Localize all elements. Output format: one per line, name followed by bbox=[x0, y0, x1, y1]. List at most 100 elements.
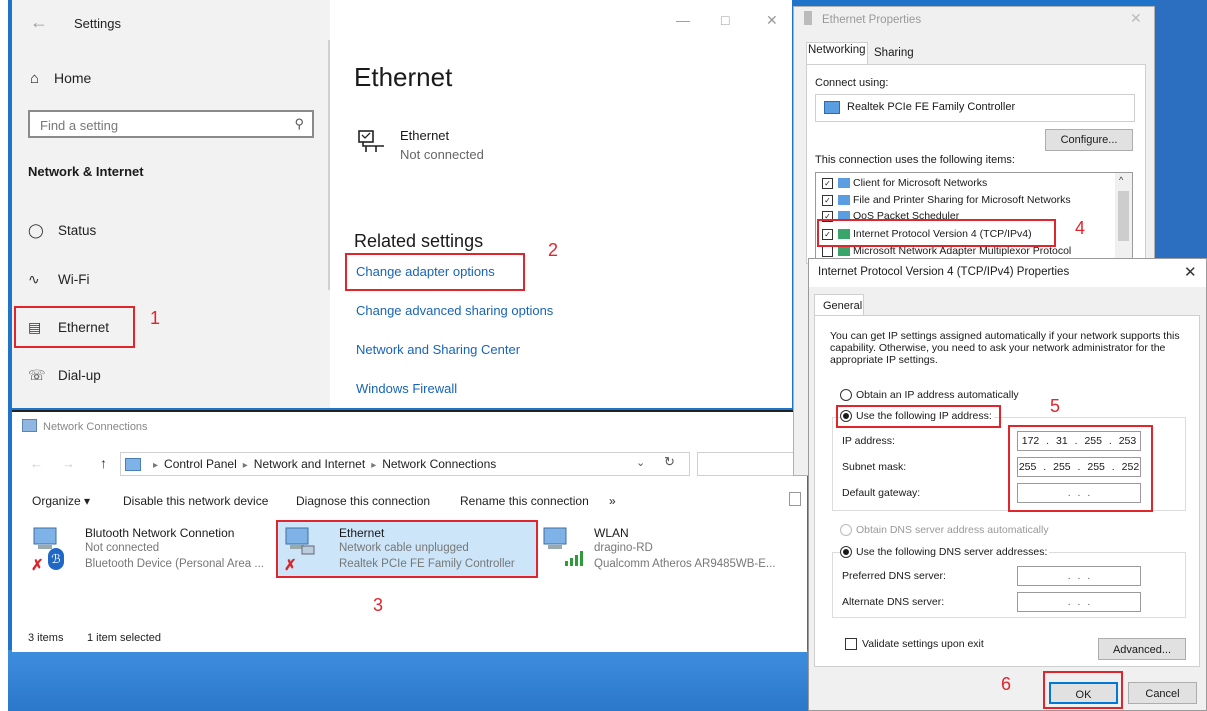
sidebar-item-dialup[interactable]: ☏ Dial-up bbox=[28, 367, 101, 384]
disconnected-x-icon: ✗ bbox=[31, 557, 44, 574]
tab-sharing[interactable]: Sharing bbox=[874, 47, 914, 59]
annotation-box bbox=[1043, 671, 1123, 709]
close-icon[interactable]: ✕ bbox=[766, 12, 778, 29]
tab-general[interactable]: General bbox=[814, 294, 864, 316]
breadcrumb-item[interactable]: Control Panel bbox=[164, 457, 237, 471]
close-icon[interactable]: ✕ bbox=[1130, 10, 1142, 27]
page-title: Ethernet bbox=[354, 62, 453, 92]
back-icon[interactable]: ← bbox=[30, 456, 43, 471]
diagnose-button[interactable]: Diagnose this connection bbox=[296, 494, 430, 508]
items-label: This connection uses the following items… bbox=[815, 154, 1015, 166]
category-heading: Network & Internet bbox=[28, 164, 144, 179]
sidebar-item-wifi[interactable]: ∿ Wi-Fi bbox=[28, 271, 89, 288]
checkbox[interactable]: ✓ bbox=[822, 194, 833, 206]
obtain-ip-radio[interactable]: Obtain an IP address automatically bbox=[840, 389, 1019, 402]
annotation-number: 4 bbox=[1075, 218, 1086, 238]
address-bar[interactable]: ▸ Control Panel ▸ Network and Internet ▸ Netw… bbox=[120, 452, 690, 476]
dialog-title: Ethernet Properties bbox=[822, 14, 922, 26]
more-button[interactable]: » bbox=[609, 494, 616, 508]
back-arrow-icon[interactable]: ← bbox=[30, 12, 48, 33]
sidebar-item-status[interactable]: ◯ Status bbox=[28, 222, 96, 239]
windows-firewall-link[interactable]: Windows Firewall bbox=[356, 381, 457, 396]
ethernet-name: Ethernet bbox=[400, 128, 450, 143]
annotation-box bbox=[345, 253, 525, 291]
computer-icon bbox=[125, 458, 141, 472]
network-icon bbox=[838, 195, 850, 206]
up-arrow-icon[interactable]: ↑ bbox=[100, 455, 107, 471]
nav-home[interactable]: ⌂ Home bbox=[30, 70, 91, 87]
adapter-field: Realtek PCIe FE Family Controller bbox=[815, 94, 1135, 122]
use-dns-radio[interactable]: Use the following DNS server addresses: bbox=[840, 546, 1050, 559]
scrollbar-thumb[interactable] bbox=[1118, 191, 1129, 241]
search-input[interactable]: Find a setting ⚲ bbox=[28, 110, 314, 138]
window-title: Settings bbox=[74, 16, 121, 31]
forward-icon[interactable]: → bbox=[62, 456, 75, 471]
phone-icon: ☏ bbox=[28, 367, 46, 383]
tab-networking-label: Networking bbox=[808, 44, 866, 56]
view-icon[interactable] bbox=[789, 492, 801, 506]
list-scrollbar[interactable]: ^ bbox=[1115, 173, 1132, 259]
annotation-number: 2 bbox=[548, 240, 559, 260]
checkbox[interactable] bbox=[845, 638, 857, 651]
checkbox[interactable] bbox=[822, 245, 833, 257]
change-advanced-sharing-link[interactable]: Change advanced sharing options bbox=[356, 303, 553, 318]
search-input[interactable] bbox=[697, 452, 795, 476]
checkbox[interactable]: ✓ bbox=[822, 177, 833, 189]
annotation-number: 3 bbox=[373, 595, 384, 615]
annotation-number: 1 bbox=[150, 308, 161, 328]
window-title: Network Connections bbox=[43, 421, 148, 433]
bluetooth-icon: ℬ bbox=[48, 548, 64, 570]
connect-using-label: Connect using: bbox=[815, 77, 889, 89]
ethernet-status: Not connected bbox=[400, 147, 484, 162]
network-connections-icon bbox=[22, 419, 37, 432]
ethernet-icon bbox=[358, 130, 384, 152]
chevron-down-icon[interactable]: ⌄ bbox=[636, 456, 645, 469]
globe-icon: ◯ bbox=[28, 222, 44, 238]
refresh-icon[interactable]: ↻ bbox=[664, 454, 675, 470]
status-selected-count: 1 item selected bbox=[87, 632, 161, 644]
ip-description: You can get IP settings assigned automat… bbox=[830, 330, 1180, 366]
alternate-dns-field[interactable]: . . . bbox=[1017, 592, 1141, 612]
close-icon[interactable]: ✕ bbox=[1184, 263, 1197, 281]
cancel-button[interactable]: Cancel bbox=[1128, 682, 1197, 704]
configure-button[interactable]: Configure... bbox=[1045, 129, 1133, 151]
list-item[interactable]: ✓ Client for Microsoft Networks bbox=[822, 177, 987, 189]
search-placeholder: Find a setting bbox=[40, 118, 119, 133]
wifi-icon: ∿ bbox=[28, 271, 40, 287]
network-adapter-icon bbox=[804, 11, 812, 25]
chevron-up-icon[interactable]: ^ bbox=[1119, 175, 1123, 185]
validate-checkbox[interactable]: Validate settings upon exit bbox=[845, 638, 984, 651]
disable-device-button[interactable]: Disable this network device bbox=[123, 494, 268, 508]
annotation-number: 6 bbox=[1001, 674, 1012, 694]
maximize-icon[interactable]: □ bbox=[721, 12, 729, 28]
search-icon: ⚲ bbox=[294, 116, 304, 131]
signal-bars-icon bbox=[565, 551, 583, 566]
sidebar-divider bbox=[328, 40, 330, 290]
obtain-dns-radio[interactable]: Obtain DNS server address automatically bbox=[840, 524, 1049, 537]
list-item[interactable]: WLAN dragino-RD Qualcomm Atheros AR9485W… bbox=[540, 522, 800, 577]
preferred-dns-label: Preferred DNS server: bbox=[842, 570, 946, 582]
annotation-box bbox=[276, 520, 538, 578]
status-item-count: 3 items bbox=[28, 632, 64, 644]
list-item[interactable]: ✓ File and Printer Sharing for Microsoft … bbox=[822, 194, 1071, 206]
alternate-dns-label: Alternate DNS server: bbox=[842, 596, 945, 608]
desktop-background bbox=[1155, 0, 1207, 260]
radio-button[interactable] bbox=[840, 389, 852, 402]
annotation-box bbox=[1008, 425, 1153, 512]
dialog-title: Internet Protocol Version 4 (TCP/IPv4) P… bbox=[818, 266, 1070, 278]
radio-button[interactable] bbox=[840, 524, 852, 537]
home-icon: ⌂ bbox=[30, 70, 40, 87]
breadcrumb-item[interactable]: Network Connections bbox=[382, 457, 496, 471]
preferred-dns-field[interactable]: . . . bbox=[1017, 566, 1141, 586]
organize-button[interactable]: Organize ▾ bbox=[32, 494, 90, 508]
radio-button[interactable] bbox=[840, 546, 852, 559]
ip-address-label: IP address: bbox=[842, 435, 895, 447]
list-item[interactable]: ✗ ℬ Blutooth Network Connetion Not conne… bbox=[30, 522, 280, 577]
minimize-icon[interactable]: — bbox=[676, 12, 690, 28]
rename-button[interactable]: Rename this connection bbox=[460, 494, 589, 508]
breadcrumb-item[interactable]: Network and Internet bbox=[254, 457, 365, 471]
advanced-button[interactable]: Advanced... bbox=[1098, 638, 1186, 660]
protocol-icon bbox=[838, 246, 850, 257]
network-sharing-center-link[interactable]: Network and Sharing Center bbox=[356, 342, 520, 357]
subnet-mask-label: Subnet mask: bbox=[842, 461, 907, 473]
